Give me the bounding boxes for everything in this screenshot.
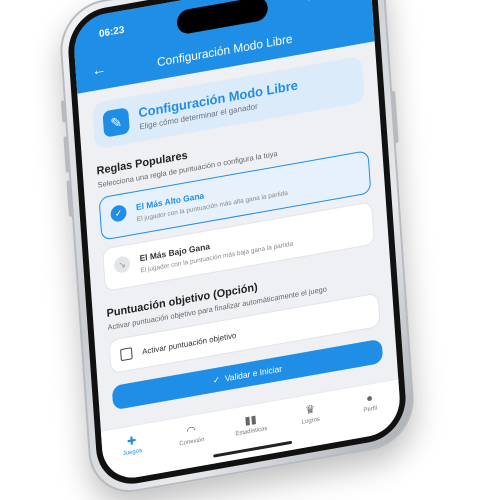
dynamic-island [176,0,269,36]
nav-item-connection[interactable]: ◠ Conexión [164,419,219,449]
nav-label: Juegos [122,447,143,458]
back-arrow-icon[interactable]: ← [91,60,107,80]
validate-start-label: Validar e Iniciar [224,363,283,384]
nav-label: Estadísticas [235,425,268,438]
nav-item-stats[interactable]: ▮▮ Estadísticas [224,409,279,439]
stats-icon: ▮▮ [244,413,258,428]
target-score-checkbox-label: Activar puntuación objetivo [141,330,237,356]
nav-label: Perfil [363,405,378,414]
app-screen: 06:23 ▮▮ ◠ 88 ← Configuración Modo Libre… [72,0,402,483]
trend-down-icon: ↘ [113,255,131,274]
nav-item-achievements[interactable]: ♛ Logros [283,398,338,428]
nav-label: Conexión [179,436,205,448]
target-score-checkbox[interactable] [120,347,133,362]
mockup-stage: 06:23 ▮▮ ◠ 88 ← Configuración Modo Libre… [0,0,500,500]
nav-item-profile[interactable]: ● Perfil [343,388,398,417]
edit-pencil-icon: ✎ [102,107,130,138]
checkmark-icon: ✓ [212,373,221,386]
nav-label: Logros [301,416,321,426]
nav-item-games[interactable]: ✚ Juegos [105,430,160,460]
status-icons: ▮▮ ◠ 88 [307,0,348,2]
phone-mockup: 06:23 ▮▮ ◠ 88 ← Configuración Modo Libre… [57,0,417,500]
wifi-icon: ◠ [186,424,197,438]
games-icon: ✚ [126,434,137,449]
profile-icon: ● [365,392,374,406]
check-circle-icon: ✓ [110,203,127,223]
status-time: 06:23 [98,24,125,41]
signal-icon: ▮▮ [307,0,318,2]
main-content: ✎ Configuración Modo Libre Elige cómo de… [77,41,398,430]
trophy-icon: ♛ [304,403,316,417]
